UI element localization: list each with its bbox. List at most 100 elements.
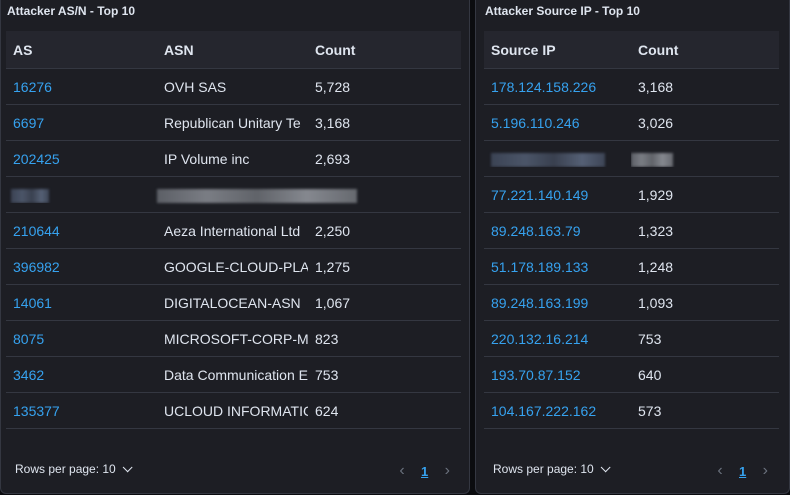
table-row: 16276 OVH SAS 5,728 [6,69,461,105]
redacted-block [631,152,673,167]
count-value: 3,026 [638,114,674,131]
source-ip-link[interactable]: 89.248.163.79 [484,223,631,239]
table-row: 135377 UCLOUD INFORMATIC 624 [6,393,461,429]
column-header-source-ip[interactable]: Source IP [484,42,631,58]
column-header-count[interactable]: Count [308,42,398,58]
table-row: 89.248.163.79 1,323 [484,213,779,249]
column-header-asn[interactable]: ASN [157,42,308,58]
asn-name: UCLOUD INFORMATIC [164,402,308,419]
chevron-down-icon[interactable] [122,461,133,472]
table-row [484,141,779,177]
redacted-block [11,188,49,203]
as-number-link[interactable]: 3462 [6,367,157,383]
chevron-left-icon[interactable]: ‹ [713,462,727,480]
asn-name: Aeza International Ltd [164,222,301,239]
table-row: 3462 Data Communication E 753 [6,357,461,393]
source-ip-link[interactable]: 193.70.87.152 [484,367,631,383]
rows-per-page-selector[interactable]: Rows per page: 10 [15,461,133,476]
count-value: 2,250 [315,222,351,239]
asn-name: MICROSOFT-CORP-M [164,330,308,347]
source-ip-link[interactable]: 89.248.163.199 [484,295,631,311]
source-ip-link[interactable]: 178.124.158.226 [484,79,631,95]
asn-name: DIGITALOCEAN-ASN [164,294,301,311]
table-row: 5.196.110.246 3,026 [484,105,779,141]
count-value: 1,067 [315,294,351,311]
count-value: 5,728 [315,78,351,95]
table-row: 14061 DIGITALOCEAN-ASN 1,067 [6,285,461,321]
asn-name: IP Volume inc [164,150,250,167]
column-header-count[interactable]: Count [631,42,731,58]
redacted-block [157,188,357,203]
pagination: ‹ 1 › [395,462,454,480]
redacted-cell [6,186,157,203]
count-value: 753 [638,330,662,347]
source-ip-table: Source IP Count 178.124.158.226 3,168 5.19… [484,31,779,429]
table-row: 8075 MICROSOFT-CORP-M 823 [6,321,461,357]
asn-name: OVH SAS [164,78,227,95]
count-value: 823 [315,330,339,347]
source-ip-link[interactable]: 51.178.189.133 [484,259,631,275]
table-row: 202425 IP Volume inc 2,693 [6,141,461,177]
table-row [6,177,461,213]
rows-per-page-selector[interactable]: Rows per page: 10 [493,461,611,476]
table-row: 210644 Aeza International Ltd 2,250 [6,213,461,249]
redacted-block [491,152,605,167]
table-row: 220.132.16.214 753 [484,321,779,357]
count-value: 640 [638,366,662,383]
redacted-cell [631,150,731,167]
panel-title: Attacker AS/N - Top 10 [7,4,136,18]
as-number-link[interactable]: 396982 [6,259,157,275]
table-row: 178.124.158.226 3,168 [484,69,779,105]
table-row: 51.178.189.133 1,248 [484,249,779,285]
count-value: 1,275 [315,258,351,275]
count-value: 2,693 [315,150,351,167]
as-number-link[interactable]: 202425 [6,151,157,167]
column-header-as[interactable]: AS [6,42,157,58]
page-number[interactable]: 1 [739,464,746,479]
table-row: 396982 GOOGLE-CLOUD-PLA 1,275 [6,249,461,285]
table-header: AS ASN Count [6,31,461,69]
asn-name: Data Communication E [164,366,308,383]
count-value: 573 [638,402,662,419]
chevron-left-icon[interactable]: ‹ [395,462,409,480]
page-number[interactable]: 1 [421,464,428,479]
source-ip-link[interactable]: 77.221.140.149 [484,187,631,203]
count-value: 1,248 [638,258,674,275]
source-ip-link[interactable]: 104.167.222.162 [484,403,631,419]
source-ip-link[interactable]: 5.196.110.246 [484,115,631,131]
count-value: 3,168 [638,78,674,95]
count-value: 3,168 [315,114,351,131]
panel-title: Attacker Source IP - Top 10 [485,4,640,18]
redacted-cell [157,186,357,203]
as-number-link[interactable]: 6697 [6,115,157,131]
table-row: 104.167.222.162 573 [484,393,779,429]
count-value: 1,323 [638,222,674,239]
table-row: 193.70.87.152 640 [484,357,779,393]
as-number-link[interactable]: 16276 [6,79,157,95]
as-number-link[interactable]: 135377 [6,403,157,419]
redacted-cell [484,150,631,167]
as-number-link[interactable]: 210644 [6,223,157,239]
source-ip-panel: Attacker Source IP - Top 10 Source IP Co… [475,0,790,494]
table-row: 6697 Republican Unitary Te 3,168 [6,105,461,141]
table-row: 89.248.163.199 1,093 [484,285,779,321]
rows-per-page-label[interactable]: Rows per page: 10 [15,462,116,476]
asn-table: AS ASN Count 16276 OVH SAS 5,728 6697 Republ… [6,31,461,429]
asn-panel: Attacker AS/N - Top 10 AS ASN Count 1627… [0,0,470,494]
chevron-right-icon[interactable]: › [758,462,772,480]
asn-name: GOOGLE-CLOUD-PLA [164,258,308,275]
asn-name: Republican Unitary Te [164,114,301,131]
table-row: 77.221.140.149 1,929 [484,177,779,213]
count-value: 1,093 [638,294,674,311]
count-value: 1,929 [638,186,674,203]
rows-per-page-label[interactable]: Rows per page: 10 [493,462,594,476]
chevron-right-icon[interactable]: › [440,462,454,480]
count-value: 624 [315,402,339,419]
table-header: Source IP Count [484,31,779,69]
as-number-link[interactable]: 14061 [6,295,157,311]
chevron-down-icon[interactable] [600,461,611,472]
source-ip-link[interactable]: 220.132.16.214 [484,331,631,347]
as-number-link[interactable]: 8075 [6,331,157,347]
count-value: 753 [315,366,339,383]
pagination: ‹ 1 › [713,462,772,480]
